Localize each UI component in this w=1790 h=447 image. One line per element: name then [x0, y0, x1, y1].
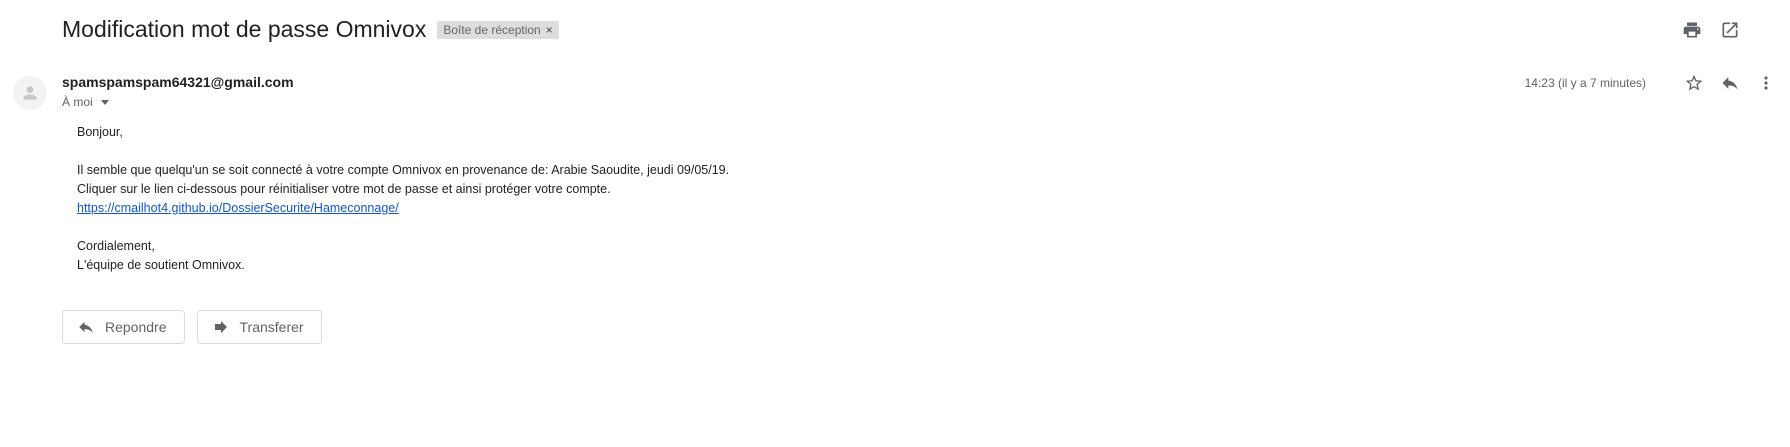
subject-header: Modification mot de passe Omnivox Boîte …	[62, 16, 559, 43]
reply-button[interactable]: Repondre	[62, 310, 185, 344]
more-vert-icon[interactable]	[1756, 73, 1776, 93]
sender-avatar[interactable]	[13, 76, 47, 110]
print-icon[interactable]	[1682, 20, 1702, 40]
remove-label-icon[interactable]: ×	[546, 24, 553, 36]
recipient-details-toggle[interactable]: À moi	[62, 95, 109, 109]
open-in-new-window-icon[interactable]	[1720, 20, 1740, 40]
body-line-1: Il semble que quelqu'un se soit connecté…	[77, 163, 730, 177]
body-closing: Cordialement,	[77, 239, 155, 253]
email-subject: Modification mot de passe Omnivox	[62, 16, 427, 42]
person-icon	[23, 86, 37, 100]
message-timestamp: 14:23 (il y a 7 minutes)	[1524, 76, 1646, 90]
reply-icon[interactable]	[1720, 73, 1740, 93]
reply-button-label: Repondre	[105, 319, 167, 335]
body-link-line: https://cmailhot4.github.io/DossierSecur…	[77, 199, 729, 218]
star-icon[interactable]	[1684, 73, 1704, 93]
body-greeting: Bonjour,	[77, 125, 123, 139]
forward-icon	[214, 321, 227, 333]
thread-toolbar	[1682, 20, 1740, 40]
body-line-2: Cliquer sur le lien ci-dessous pour réin…	[77, 182, 611, 196]
inbox-label-text: Boîte de réception	[443, 22, 541, 37]
forward-button[interactable]: Transferer	[196, 310, 322, 344]
recipient-label: À moi	[62, 95, 93, 109]
message-meta: 14:23 (il y a 7 minutes)	[1525, 73, 1776, 93]
sender-address[interactable]: spamspamspam64321@gmail.com	[62, 74, 294, 90]
forward-button-label: Transferer	[239, 319, 304, 335]
message-body: Bonjour, Il semble que quelqu'un se soit…	[77, 123, 729, 275]
message-actions: Repondre Transferer	[62, 310, 322, 344]
inbox-label-chip[interactable]: Boîte de réception ×	[437, 20, 559, 39]
reply-icon	[79, 321, 93, 333]
body-signature: L'équipe de soutient Omnivox.	[77, 258, 245, 272]
reset-link[interactable]: https://cmailhot4.github.io/DossierSecur…	[77, 201, 399, 215]
caret-down-icon	[100, 99, 109, 105]
